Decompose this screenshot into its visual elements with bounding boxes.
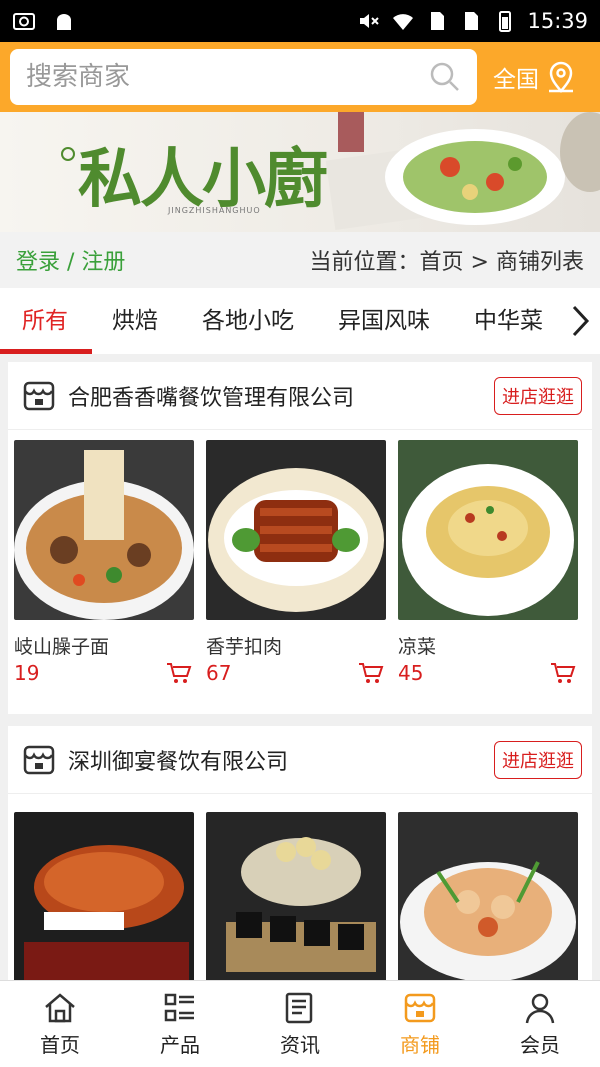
breadcrumb-current: 商铺列表 <box>495 250 584 275</box>
status-bar: 15:39 <box>0 0 600 42</box>
tab-bakery[interactable]: 烘焙 <box>90 288 180 354</box>
auth-links: 登录 / 注册 <box>16 244 125 276</box>
wifi-icon <box>393 14 414 30</box>
list-icon <box>164 993 194 1021</box>
product-name[interactable]: 岐山臊子面 <box>14 632 192 659</box>
product-image[interactable] <box>14 812 194 980</box>
product-image[interactable] <box>398 812 578 980</box>
tab-foreign-flavor[interactable]: 异国风味 <box>316 288 452 354</box>
region-selector[interactable]: 全国 <box>493 60 577 94</box>
breadcrumb-arrow: > <box>463 250 496 275</box>
shop-name[interactable]: 深圳御宴餐饮有限公司 <box>68 744 288 776</box>
sim1-icon <box>431 12 445 30</box>
login-link[interactable]: 登录 <box>16 250 60 275</box>
nav-home-label: 首页 <box>40 1032 80 1057</box>
search-input[interactable] <box>26 62 429 92</box>
shop-card: 深圳御宴餐饮有限公司 进店逛逛 <box>8 726 592 980</box>
shop-name[interactable]: 合肥香香嘴餐饮管理有限公司 <box>68 380 354 412</box>
android-icon <box>57 14 71 30</box>
location-pin-icon <box>549 61 573 93</box>
banner-logo-sub: JINGZHISHANGHUO <box>168 206 261 215</box>
screenshot-icon <box>13 13 35 30</box>
product-image[interactable] <box>206 440 386 620</box>
nav-products-label: 产品 <box>160 1032 200 1057</box>
product-item[interactable] <box>14 812 194 980</box>
breadcrumb-row: 登录 / 注册 当前位置：首页 > 商铺列表 <box>0 232 600 288</box>
product-item[interactable] <box>206 812 386 980</box>
product-item[interactable]: 香芋扣肉 67 <box>206 440 386 685</box>
product-row: 19 <box>14 661 192 685</box>
status-time: 15:39 <box>527 9 588 33</box>
tab-all[interactable]: 所有 <box>0 288 92 354</box>
product-list <box>8 794 592 980</box>
product-list: 岐山臊子面 19 香芋扣肉 67 凉菜 45 <box>8 430 592 685</box>
product-name[interactable]: 香芋扣肉 <box>206 632 384 659</box>
news-icon <box>285 992 313 1023</box>
register-link[interactable]: 注册 <box>81 250 125 275</box>
nav-shops[interactable]: 商铺 <box>360 981 480 1067</box>
tabs-next-button[interactable] <box>560 288 600 354</box>
shop-card: 合肥香香嘴餐饮管理有限公司 进店逛逛 岐山臊子面 19 香芋扣肉 67 凉菜 4… <box>8 362 592 714</box>
nav-home[interactable]: 首页 <box>0 981 120 1067</box>
battery-icon <box>499 11 512 32</box>
home-icon <box>45 992 75 1022</box>
product-image[interactable] <box>14 440 194 620</box>
cart-icon[interactable] <box>166 662 192 684</box>
product-price: 67 <box>206 661 232 685</box>
bottom-nav: 首页 产品 资讯 商铺 会员 <box>0 980 600 1067</box>
visit-shop-button[interactable]: 进店逛逛 <box>494 740 582 779</box>
nav-member[interactable]: 会员 <box>480 981 600 1067</box>
product-item[interactable]: 凉菜 45 <box>398 440 578 685</box>
visit-shop-button[interactable]: 进店逛逛 <box>494 376 582 415</box>
search-header: 全国 <box>0 42 600 112</box>
cart-icon[interactable] <box>550 662 576 684</box>
region-label: 全国 <box>493 67 539 93</box>
product-price: 19 <box>14 661 40 685</box>
shop-icon <box>23 381 55 410</box>
product-item[interactable] <box>398 812 578 980</box>
product-row: 45 <box>398 661 576 685</box>
promo-banner[interactable]: 私人小廚 JINGZHISHANGHUO <box>0 112 600 232</box>
breadcrumb-prefix: 当前位置： <box>309 250 420 275</box>
cart-icon[interactable] <box>358 662 384 684</box>
tab-chinese-cuisine[interactable]: 中华菜 <box>452 288 565 354</box>
nav-news-label: 资讯 <box>280 1032 320 1057</box>
shop-icon <box>404 993 436 1022</box>
nav-products[interactable]: 产品 <box>120 981 240 1067</box>
product-name[interactable]: 凉菜 <box>398 632 576 659</box>
nav-member-label: 会员 <box>520 1032 560 1057</box>
search-box[interactable] <box>10 49 477 105</box>
breadcrumb: 当前位置：首页 > 商铺列表 <box>310 244 584 276</box>
search-icon[interactable] <box>429 61 461 93</box>
shop-icon <box>23 745 55 774</box>
auth-separator: / <box>60 250 82 275</box>
product-image[interactable] <box>398 440 578 620</box>
product-price: 45 <box>398 661 424 685</box>
nav-news[interactable]: 资讯 <box>240 981 360 1067</box>
product-item[interactable]: 岐山臊子面 19 <box>14 440 194 685</box>
tab-local-snacks[interactable]: 各地小吃 <box>180 288 316 354</box>
chevron-right-icon <box>572 305 590 337</box>
shop-header: 合肥香香嘴餐饮管理有限公司 进店逛逛 <box>8 362 592 430</box>
product-row: 67 <box>206 661 384 685</box>
category-tabs: 所有 烘焙 各地小吃 异国风味 中华菜 <box>0 288 600 354</box>
sim2-icon <box>465 12 479 30</box>
shop-header: 深圳御宴餐饮有限公司 进店逛逛 <box>8 726 592 794</box>
user-icon <box>525 993 555 1023</box>
nav-shops-label: 商铺 <box>400 1032 440 1057</box>
mute-icon <box>360 14 380 28</box>
product-image[interactable] <box>206 812 386 980</box>
breadcrumb-home[interactable]: 首页 <box>420 250 464 275</box>
